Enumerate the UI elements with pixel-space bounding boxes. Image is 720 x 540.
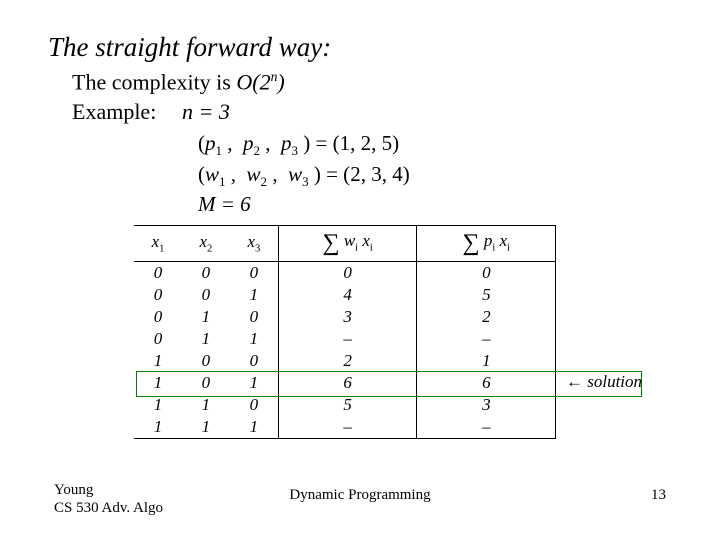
table-cell: 0 bbox=[230, 394, 278, 416]
col-spacer bbox=[556, 225, 644, 261]
table-cell: 1 bbox=[182, 306, 230, 328]
table-cell: 2 bbox=[417, 306, 556, 328]
table-cell: 0 bbox=[230, 306, 278, 328]
table-cell-spacer bbox=[556, 350, 644, 372]
table-row: 00000 bbox=[134, 261, 644, 284]
table-cell: 1 bbox=[417, 350, 556, 372]
table-cell: 6 bbox=[278, 372, 417, 394]
table-cell-spacer bbox=[556, 306, 644, 328]
table-cell: 0 bbox=[182, 350, 230, 372]
table-cell-spacer bbox=[556, 416, 644, 439]
table-cell: 1 bbox=[134, 394, 182, 416]
table-cell: 0 bbox=[230, 261, 278, 284]
complexity-close: ) bbox=[277, 69, 284, 94]
n-equals: n = 3 bbox=[182, 99, 230, 125]
slide-heading: The straight forward way: bbox=[48, 32, 672, 63]
table-cell: 6 bbox=[417, 372, 556, 394]
table-header-row: x1 x2 x3 ∑ wi xi ∑ pi xi bbox=[134, 225, 644, 261]
table-cell: 1 bbox=[182, 394, 230, 416]
table-cell: 5 bbox=[417, 284, 556, 306]
table-cell: 0 bbox=[182, 372, 230, 394]
table-cell-spacer bbox=[556, 394, 644, 416]
table-cell: – bbox=[278, 328, 417, 350]
complexity-O: O(2 bbox=[236, 69, 270, 94]
col-sum-p: ∑ pi xi bbox=[417, 225, 556, 261]
M-equals: M = 6 bbox=[198, 192, 672, 217]
table-cell: 1 bbox=[182, 328, 230, 350]
table-cell: – bbox=[417, 328, 556, 350]
table-cell: 0 bbox=[134, 284, 182, 306]
footer-page-number: 13 bbox=[651, 487, 666, 504]
table-cell: 2 bbox=[278, 350, 417, 372]
example-label: Example: bbox=[72, 99, 182, 125]
table-cell: 1 bbox=[134, 416, 182, 439]
table-cell: 0 bbox=[278, 261, 417, 284]
col-x1: x1 bbox=[134, 225, 182, 261]
table-cell-spacer bbox=[556, 261, 644, 284]
table-cell: 1 bbox=[182, 416, 230, 439]
w-tuple: (w1 , w2 , w3 ) = (2, 3, 4) bbox=[198, 162, 672, 190]
table-cell: 1 bbox=[230, 328, 278, 350]
table-cell-spacer bbox=[556, 284, 644, 306]
complexity-prefix: The complexity is bbox=[72, 69, 236, 94]
p-tuple: (p1 , p2 , p3 ) = (1, 2, 5) bbox=[198, 131, 672, 159]
table-cell: 4 bbox=[278, 284, 417, 306]
table-cell: 3 bbox=[417, 394, 556, 416]
table-cell: 0 bbox=[134, 261, 182, 284]
table-row: 11053 bbox=[134, 394, 644, 416]
table-cell: 1 bbox=[230, 416, 278, 439]
table-cell: 1 bbox=[134, 372, 182, 394]
table-cell: – bbox=[417, 416, 556, 439]
table-row: 011–– bbox=[134, 328, 644, 350]
col-x3: x3 bbox=[230, 225, 278, 261]
table-row: 111–– bbox=[134, 416, 644, 439]
table-cell: 0 bbox=[182, 284, 230, 306]
math-block: (p1 , p2 , p3 ) = (1, 2, 5) (w1 , w2 , w… bbox=[198, 131, 672, 216]
enumeration-table: x1 x2 x3 ∑ wi xi ∑ pi xi 000000014501032… bbox=[134, 225, 644, 439]
table-cell: 0 bbox=[134, 306, 182, 328]
table-cell: 5 bbox=[278, 394, 417, 416]
table-cell: 0 bbox=[230, 350, 278, 372]
complexity-line: The complexity is O(2n) bbox=[72, 69, 672, 95]
table-cell: 0 bbox=[134, 328, 182, 350]
table-cell-spacer bbox=[556, 328, 644, 350]
table-cell: 1 bbox=[230, 284, 278, 306]
footer-title: Dynamic Programming bbox=[0, 487, 720, 504]
col-sum-w: ∑ wi xi bbox=[278, 225, 417, 261]
table-cell: 3 bbox=[278, 306, 417, 328]
table-row: 10021 bbox=[134, 350, 644, 372]
table-cell: 0 bbox=[182, 261, 230, 284]
table-cell: 1 bbox=[230, 372, 278, 394]
table-cell: – bbox=[278, 416, 417, 439]
solution-label: ← solution bbox=[566, 372, 642, 392]
col-x2: x2 bbox=[182, 225, 230, 261]
table-cell: 1 bbox=[134, 350, 182, 372]
table-cell: 0 bbox=[417, 261, 556, 284]
table-row: 00145 bbox=[134, 284, 644, 306]
table-row: 01032 bbox=[134, 306, 644, 328]
